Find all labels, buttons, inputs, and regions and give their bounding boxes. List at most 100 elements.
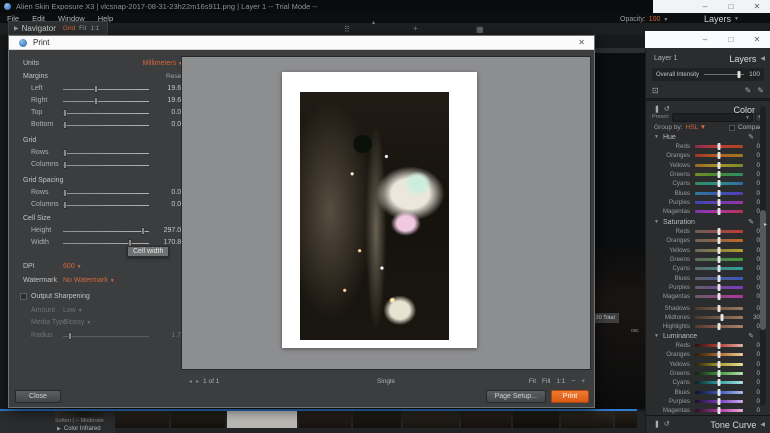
saturation-slider[interactable] [695,267,743,270]
filmstrip-thumbnail[interactable] [513,411,559,428]
crop-icon[interactable]: ⊡ [652,87,659,95]
opacity-control[interactable]: Opacity: 100 ▼ [620,16,668,23]
saturation-slider[interactable] [695,295,743,298]
tone-curve-header[interactable]: ❚ ↺ Tone Curve ◀ [646,415,770,433]
chevron-down-icon[interactable]: ▼ [745,115,750,121]
output-sharpening-checkbox[interactable] [20,293,27,300]
nav-mode-fit[interactable]: Fit [79,25,86,32]
saturation-slider[interactable] [695,286,743,289]
slider-handle[interactable] [68,332,71,340]
layers-panel-header[interactable]: Layer 1 Layers ◀ [646,52,770,65]
slider-handle[interactable] [718,162,721,169]
add-icon[interactable]: + [413,25,418,33]
eyedropper-icon[interactable]: ✎ [748,332,754,340]
cell-size-slider[interactable] [63,243,149,244]
close-button[interactable]: Close [15,390,61,403]
slider-handle[interactable] [718,370,721,377]
slider-handle[interactable] [718,208,721,215]
triangle-down-icon[interactable]: ▼ [654,219,659,225]
grid-spacing-slider[interactable] [63,205,149,206]
filmstrip-thumbnail[interactable] [353,411,401,428]
slider-handle[interactable] [718,379,721,386]
media-type-dropdown[interactable]: Glossy ▼ [63,319,91,326]
slider-handle[interactable] [63,201,66,209]
slider-handle[interactable] [718,275,721,282]
slider-handle[interactable] [718,361,721,368]
hue-slider[interactable] [695,164,743,167]
dpi-dropdown[interactable]: 600 ▼ [63,263,82,270]
grid-view-icon[interactable]: ▦ [476,26,484,34]
luminance-slider[interactable] [695,353,743,356]
preset-thumbnail[interactable] [55,411,105,417]
grid-dots-icon[interactable]: ⠿ [344,26,350,34]
luminance-slider[interactable] [695,381,743,384]
slider-handle[interactable] [718,265,721,272]
slider-handle[interactable] [63,121,66,129]
margin-slider[interactable] [63,101,149,102]
grid-spacing-slider[interactable] [63,193,149,194]
saturation-slider[interactable] [695,239,743,242]
luminance-section-header[interactable]: ▼ Luminance ✎ [646,331,770,341]
slider-handle[interactable] [718,152,721,159]
page-setup-button[interactable]: Page Setup... [486,390,546,403]
hue-slider[interactable] [695,182,743,185]
opacity-value[interactable]: 100 [649,16,661,23]
grid-slider[interactable] [63,165,149,166]
panel-expand-arrow-icon[interactable]: ▸ [764,221,767,228]
slider-handle[interactable] [718,199,721,206]
grid-slider[interactable] [63,153,149,154]
cell-size-slider[interactable] [63,231,149,232]
minimize-icon[interactable]: – [692,2,718,11]
slider-handle[interactable] [94,97,97,105]
slider-handle[interactable] [738,71,741,78]
filmstrip-thumbnail[interactable] [227,411,297,428]
layers-menu[interactable]: Layers ▼ [704,14,739,24]
luminance-slider[interactable] [695,391,743,394]
slider-handle[interactable] [718,143,721,150]
dialog-close-icon[interactable]: ✕ [578,38,585,47]
saturation-slider[interactable] [695,230,743,233]
tone-slider[interactable] [695,325,743,328]
hue-section-header[interactable]: ▼ Hue ✎ [646,132,770,142]
luminance-slider[interactable] [695,400,743,403]
panel-divider[interactable] [646,98,770,101]
brush-icon[interactable]: ✎ [757,87,764,95]
slider-handle[interactable] [718,323,721,330]
brush-icon[interactable]: ✎ [745,87,752,95]
saturation-section-header[interactable]: ▼ Saturation ✎ [646,217,770,227]
close-icon[interactable]: ✕ [744,2,770,11]
close-icon[interactable]: ✕ [744,35,770,44]
radius-slider[interactable] [63,336,149,337]
slider-handle[interactable] [141,227,144,235]
maximize-icon[interactable]: □ [718,2,744,11]
preset-group-color-infrared[interactable]: ▶Color Infrared [57,426,101,432]
filmstrip-thumbnail[interactable] [115,411,169,428]
slider-handle[interactable] [718,351,721,358]
slider-handle[interactable] [718,256,721,263]
hue-slider[interactable] [695,201,743,204]
units-dropdown[interactable]: Millimeters ▼ [143,60,183,67]
slider-handle[interactable] [718,407,721,414]
hue-slider[interactable] [695,210,743,213]
panel-scrollbar[interactable] [760,106,766,406]
hue-slider[interactable] [695,145,743,148]
collapse-left-icon[interactable]: ◀ [760,55,765,62]
margin-slider[interactable] [63,113,149,114]
slider-handle[interactable] [718,342,721,349]
slider-handle[interactable] [718,293,721,300]
collapse-left-icon[interactable]: ◀ [760,421,765,428]
slider-handle[interactable] [718,237,721,244]
filmstrip-thumbnail[interactable] [615,411,637,428]
print-button[interactable]: Print [551,390,589,403]
eyedropper-icon[interactable]: ✎ [748,218,754,226]
hue-slider[interactable] [695,192,743,195]
slider-handle[interactable] [63,189,66,197]
print-dialog-titlebar[interactable]: Print ✕ [9,36,594,50]
saturation-slider[interactable] [695,249,743,252]
slider-handle[interactable] [718,305,721,312]
navigator-panel[interactable]: ▶ Navigator Grid Fit 1:1 [8,21,108,35]
filmstrip-thumbnail[interactable] [171,411,225,428]
watermark-dropdown[interactable]: No Watermark ▼ [63,277,115,284]
filmstrip-thumbnail[interactable] [403,411,459,428]
filmstrip-thumbnail[interactable] [561,411,613,428]
